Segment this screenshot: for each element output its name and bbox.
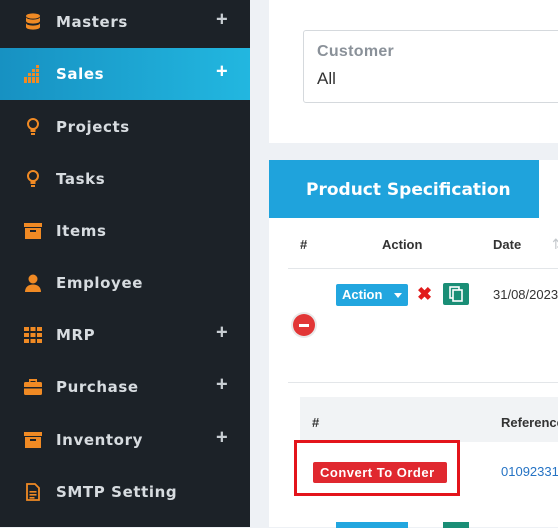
sub-column-header-hash: #	[312, 415, 320, 430]
lightbulb-icon	[24, 170, 42, 188]
customer-label: Customer	[317, 43, 395, 60]
delete-icon[interactable]: ✖	[417, 284, 432, 305]
copy-button[interactable]	[443, 283, 469, 305]
sub-column-header-reference: Reference	[501, 415, 558, 430]
sidebar-item-label: SMTP Setting	[56, 483, 178, 501]
customer-filter-card: Customer All	[269, 0, 558, 143]
archive-box-icon	[24, 431, 42, 449]
plus-icon[interactable]: +	[216, 9, 228, 32]
sidebar-item-items[interactable]: Items	[0, 205, 250, 257]
bar-chart-icon	[24, 65, 42, 83]
sub-table-header: # Reference	[300, 397, 558, 442]
archive-box-icon	[24, 222, 42, 240]
sidebar-item-masters[interactable]: Masters +	[0, 0, 250, 48]
chevron-down-icon	[394, 293, 402, 298]
customer-value: All	[317, 69, 336, 88]
sidebar-item-inventory[interactable]: Inventory +	[0, 414, 250, 466]
plus-icon[interactable]: +	[216, 322, 228, 345]
action-button-label: Action	[342, 287, 383, 302]
sidebar-item-label: Sales	[56, 65, 105, 83]
sidebar-item-label: Inventory	[56, 431, 143, 449]
sort-icon[interactable]: ⇅	[552, 236, 558, 253]
row-date: 31/08/2023	[493, 287, 558, 302]
user-icon	[24, 274, 42, 292]
column-header-hash: #	[300, 237, 308, 252]
sidebar-item-label: MRP	[56, 326, 96, 344]
sidebar-item-projects[interactable]: Projects	[0, 101, 250, 153]
product-specification-card: Product Specification # Action Date ⇅ Ac…	[269, 160, 558, 528]
sidebar-item-tasks[interactable]: Tasks	[0, 153, 250, 205]
briefcase-icon	[24, 378, 42, 396]
sidebar-item-mrp[interactable]: MRP +	[0, 309, 250, 361]
action-dropdown-button[interactable]	[336, 522, 408, 528]
tab-label: Product Specification	[306, 180, 511, 200]
sidebar-item-label: Employee	[56, 274, 143, 292]
grid-icon	[24, 326, 42, 344]
divider	[288, 268, 558, 269]
document-icon	[24, 483, 42, 501]
copy-icon	[449, 286, 463, 302]
tab-product-specification[interactable]: Product Specification	[269, 160, 539, 218]
plus-icon[interactable]: +	[216, 374, 228, 397]
action-dropdown-button[interactable]: Action	[336, 284, 408, 306]
sidebar-item-label: Projects	[56, 118, 130, 136]
divider	[288, 382, 558, 383]
sidebar-item-employee[interactable]: Employee	[0, 257, 250, 309]
sidebar-item-label: Masters	[56, 13, 128, 31]
sidebar-item-label: Items	[56, 222, 107, 240]
main-content: Customer All Product Specification # Act…	[250, 0, 558, 528]
customer-select[interactable]: Customer All	[303, 30, 558, 103]
sidebar-item-sales[interactable]: Sales +	[0, 48, 250, 100]
tab-bar: Product Specification	[269, 160, 558, 218]
plus-icon[interactable]: +	[216, 427, 228, 450]
column-header-action: Action	[382, 237, 423, 252]
copy-button[interactable]	[443, 522, 469, 528]
sidebar: Masters + Sales + Projects Tasks Items E…	[0, 0, 250, 527]
column-header-date[interactable]: Date	[493, 237, 521, 252]
plus-icon[interactable]: +	[216, 61, 228, 84]
remove-row-icon[interactable]	[293, 314, 315, 336]
sidebar-item-smtp-setting[interactable]: SMTP Setting	[0, 466, 250, 518]
sidebar-item-label: Tasks	[56, 170, 106, 188]
lightbulb-icon	[24, 118, 42, 136]
sidebar-item-purchase[interactable]: Purchase +	[0, 361, 250, 413]
highlight-frame	[294, 440, 460, 496]
database-icon	[24, 13, 42, 31]
reference-link[interactable]: 01092331	[501, 464, 558, 479]
sidebar-item-label: Purchase	[56, 378, 139, 396]
